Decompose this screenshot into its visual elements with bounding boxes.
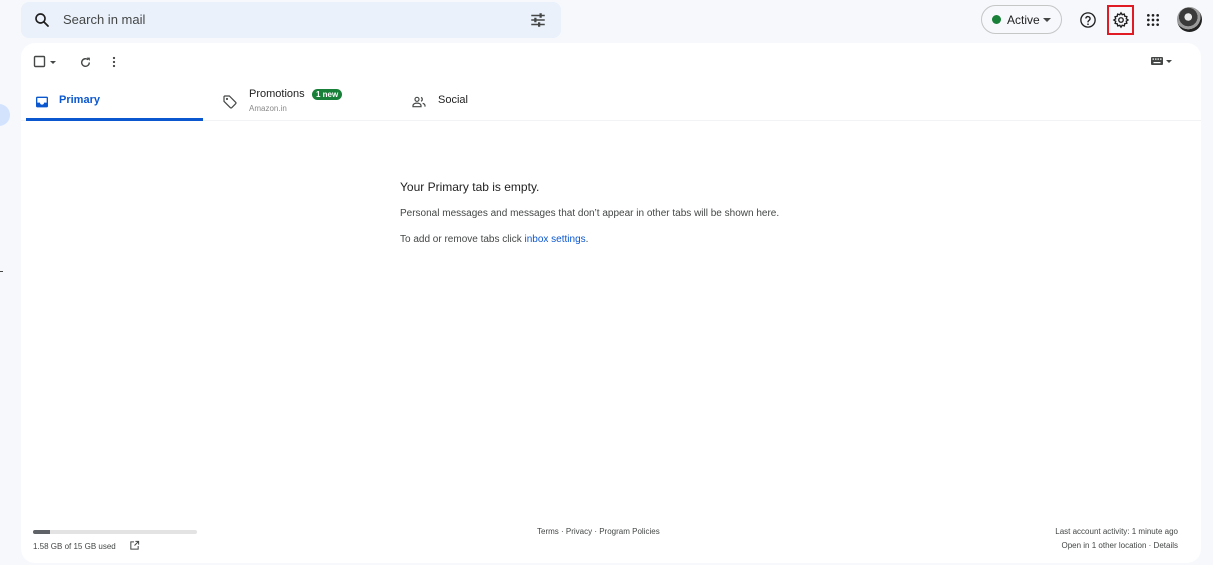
status-dropdown[interactable]: Active [981,5,1062,34]
chevron-down-icon [1043,18,1051,22]
mail-panel: Primary Promotions 1 new Amazon.in Socia… [21,43,1201,563]
refresh-icon [80,57,90,67]
sidebar-selected-indicator [0,104,10,126]
mail-toolbar [21,43,1201,79]
category-tabs: Primary Promotions 1 new Amazon.in Socia… [21,83,1201,121]
storage-label: 1.58 GB of 15 GB used [33,542,116,551]
tab-primary[interactable]: Primary [26,83,203,121]
inbox-icon [36,96,48,108]
tab-promotions[interactable]: Promotions 1 new Amazon.in [219,83,419,121]
empty-state-title: Your Primary tab is empty. [400,180,540,194]
status-dot [992,15,1001,24]
footer-links[interactable]: Terms · Privacy · Program Policies [537,527,660,536]
new-count-badge: 1 new [312,89,343,100]
apps-icon [1147,14,1159,26]
status-label: Active [1007,13,1040,27]
search-input[interactable]: Search in mail [63,12,145,27]
help-button[interactable] [1075,7,1101,33]
tab-social[interactable]: Social [411,83,591,121]
tune-icon[interactable] [529,11,547,29]
apps-button[interactable] [1140,7,1166,33]
empty-state: Your Primary tab is empty. Personal mess… [400,180,920,245]
empty-state-hint: To add or remove tabs click inbox settin… [400,234,588,245]
storage-bar-fill [33,530,51,534]
last-activity-text: Last account activity: 1 minute ago [1055,527,1178,536]
people-icon [412,96,426,108]
open-external-icon[interactable] [129,540,140,551]
keyboard-icon [1151,57,1172,65]
tag-icon [223,95,237,109]
top-bar: Search in mail Active [0,0,1213,40]
tab-primary-label: Primary [59,94,100,106]
settings-button[interactable] [1107,5,1134,35]
tab-social-label: Social [438,94,468,106]
storage-bar [33,530,197,534]
more-vert-icon [112,56,116,68]
activity-details-link[interactable]: Open in 1 other location · Details [1055,541,1178,550]
inbox-settings-link[interactable]: inbox settings [525,234,586,245]
tab-promotions-label: Promotions [249,88,305,100]
more-button[interactable] [105,53,123,71]
gear-icon [1112,11,1129,29]
refresh-button[interactable] [76,53,94,71]
select-checkbox[interactable] [33,53,57,71]
search-icon[interactable] [33,11,51,29]
account-activity: Last account activity: 1 minute ago Open… [1055,527,1178,550]
sidebar-divider [0,271,3,272]
avatar[interactable] [1177,7,1202,32]
empty-state-message: Personal messages and messages that don’… [400,208,780,219]
empty-state-hint-prefix: To add or remove tabs click [400,234,525,245]
checkbox-icon [33,55,56,68]
tab-promotions-sender: Amazon.in [249,104,287,113]
help-icon [1080,12,1096,28]
empty-state-hint-suffix: . [585,234,589,245]
search-bar[interactable]: Search in mail [21,2,561,38]
input-tools-button[interactable] [1150,55,1174,69]
